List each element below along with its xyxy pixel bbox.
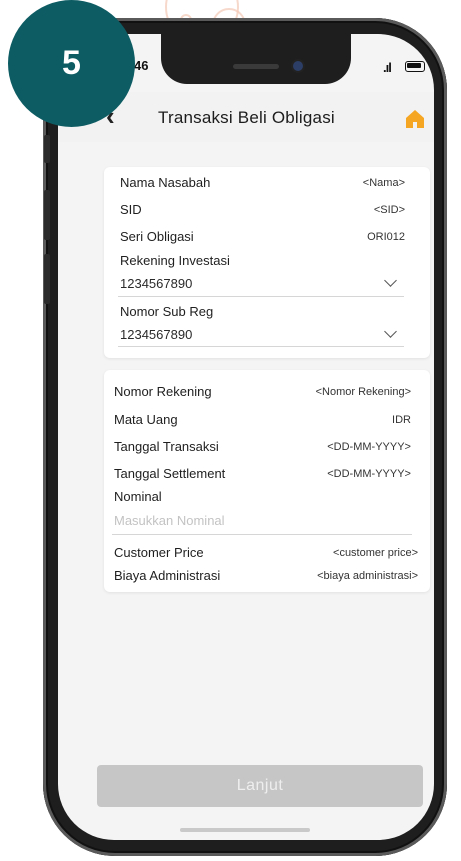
sid-value: <SID> bbox=[373, 204, 405, 216]
nama-nasabah-value: <Nama> bbox=[362, 177, 405, 189]
divider bbox=[118, 346, 404, 347]
side-button bbox=[44, 190, 50, 240]
nomor-rekening-value: <Nomor Rekening> bbox=[315, 386, 411, 398]
mata-uang-label: Mata Uang bbox=[114, 412, 178, 427]
step-badge: 5 bbox=[8, 0, 135, 127]
mata-uang-value: IDR bbox=[392, 414, 411, 426]
lanjut-button[interactable]: Lanjut bbox=[97, 765, 423, 807]
home-icon[interactable] bbox=[404, 108, 426, 130]
tanggal-settlement-value: <DD-MM-YYYY> bbox=[327, 468, 411, 480]
biaya-administrasi-value: <biaya administrasi> bbox=[317, 570, 418, 582]
nama-nasabah-label: Nama Nasabah bbox=[120, 175, 211, 190]
signal-icon: .ıl bbox=[383, 60, 392, 75]
tanggal-transaksi-label: Tanggal Transaksi bbox=[114, 439, 219, 454]
home-indicator bbox=[180, 828, 310, 832]
nomor-sub-reg-label: Nomor Sub Reg bbox=[120, 304, 214, 319]
status-time: 46 bbox=[134, 58, 149, 73]
customer-price-label: Customer Price bbox=[114, 545, 204, 560]
biaya-administrasi-label: Biaya Administrasi bbox=[114, 568, 221, 583]
page-title: Transaksi Beli Obligasi bbox=[158, 108, 335, 127]
customer-price-value: <customer price> bbox=[333, 547, 418, 559]
sid-label: SID bbox=[120, 202, 142, 217]
seri-obligasi-label: Seri Obligasi bbox=[120, 229, 194, 244]
notch bbox=[161, 34, 351, 84]
tanggal-transaksi-value: <DD-MM-YYYY> bbox=[327, 441, 411, 453]
tanggal-settlement-label: Tanggal Settlement bbox=[114, 466, 226, 481]
divider bbox=[118, 296, 404, 297]
divider bbox=[112, 534, 412, 535]
nomor-rekening-label: Nomor Rekening bbox=[114, 384, 212, 399]
battery-icon bbox=[405, 61, 425, 72]
nominal-label: Nominal bbox=[114, 489, 162, 504]
nominal-input[interactable]: Masukkan Nominal bbox=[114, 513, 412, 528]
rekening-investasi-label: Rekening Investasi bbox=[120, 253, 230, 268]
seri-obligasi-value: ORI012 bbox=[367, 231, 405, 243]
rekening-investasi-select[interactable]: 1234567890 bbox=[120, 276, 192, 291]
nomor-sub-reg-select[interactable]: 1234567890 bbox=[120, 327, 192, 342]
side-button bbox=[44, 135, 50, 163]
speaker bbox=[233, 64, 279, 69]
side-button bbox=[44, 254, 50, 304]
camera bbox=[293, 61, 303, 71]
